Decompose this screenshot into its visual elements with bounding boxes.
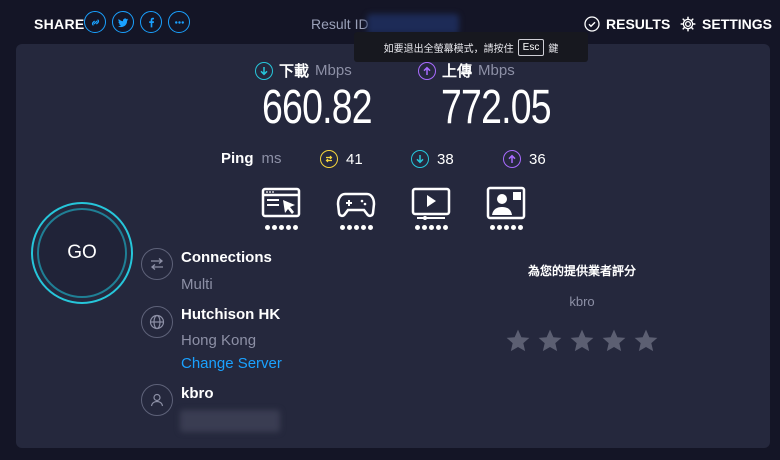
app-gaming[interactable] [336, 186, 376, 230]
app-video-streaming[interactable] [411, 186, 451, 230]
upload-heading: 上傳 Mbps [418, 60, 515, 81]
link-icon[interactable] [84, 11, 106, 33]
tooltip-text-end: 鍵 [548, 43, 559, 55]
rating-dots [261, 225, 301, 230]
rate-provider-title: 為您的提供業者評分 [527, 264, 636, 278]
results-link[interactable]: RESULTS [584, 16, 670, 32]
rating-dots [336, 225, 376, 230]
globe-icon [141, 306, 173, 338]
download-latency-icon [411, 150, 429, 168]
connections-title: Connections [181, 249, 272, 266]
change-server-link[interactable]: Change Server [181, 355, 282, 372]
settings-link[interactable]: SETTINGS [680, 16, 772, 32]
results-label: RESULTS [606, 16, 671, 32]
tooltip-text: 如要退出全螢幕模式，請按住 [383, 43, 514, 55]
upload-latency-icon [503, 150, 521, 168]
connections-icon[interactable] [141, 248, 173, 280]
download-label: 下載 [279, 63, 310, 80]
ping-idle[interactable]: 41 [320, 150, 363, 168]
download-speed-value: 660.82 [262, 81, 373, 134]
gear-icon [680, 16, 696, 32]
star-icon[interactable] [569, 328, 595, 354]
star-rating [505, 328, 659, 354]
ping-label: Ping [221, 150, 254, 167]
star-icon[interactable] [633, 328, 659, 354]
rate-provider-isp: kbro [569, 294, 595, 309]
connections-value: Multi [181, 276, 213, 293]
go-button[interactable]: GO [37, 208, 127, 298]
download-unit: Mbps [315, 62, 352, 79]
ip-address-redacted [180, 410, 280, 432]
upload-unit: Mbps [478, 62, 515, 79]
video-streaming-icon [411, 187, 451, 220]
result-id-value-redacted [367, 14, 459, 34]
ping-unit: ms [261, 150, 282, 167]
ping-download-value: 38 [437, 150, 454, 168]
app-video-chat[interactable] [486, 186, 526, 230]
gaming-icon [336, 192, 376, 218]
ping-idle-value: 41 [346, 150, 363, 168]
fullscreen-exit-tooltip: 如要退出全螢幕模式，請按住 Esc 鍵 [354, 32, 588, 62]
ping-upload-value: 36 [529, 150, 546, 168]
rating-dots [411, 225, 451, 230]
user-isp-name: kbro [181, 385, 214, 402]
server-isp: Hutchison HK [181, 306, 281, 323]
upload-label: 上傳 [442, 63, 473, 80]
upload-arrow-icon [418, 61, 436, 80]
star-icon[interactable] [601, 328, 627, 354]
ping-download[interactable]: 38 [411, 150, 454, 168]
web-browsing-icon [261, 187, 301, 218]
rating-dots [486, 225, 526, 230]
user-icon [141, 384, 173, 416]
share-label: SHARE [34, 16, 85, 32]
download-arrow-icon [255, 61, 273, 80]
download-heading: 下載 Mbps [255, 60, 352, 81]
app-web-browsing[interactable] [261, 186, 301, 230]
ping-row: Ping ms [221, 150, 282, 167]
star-icon[interactable] [537, 328, 563, 354]
idle-latency-icon [320, 150, 338, 168]
facebook-icon[interactable] [140, 11, 162, 33]
server-location: Hong Kong [181, 332, 257, 349]
settings-label: SETTINGS [702, 16, 773, 32]
result-id-label: Result ID [311, 16, 369, 32]
star-icon[interactable] [505, 328, 531, 354]
upload-speed-value: 772.05 [441, 81, 552, 134]
more-icon[interactable] [168, 11, 190, 33]
checkmark-circle-icon [584, 16, 600, 32]
ping-upload[interactable]: 36 [503, 150, 546, 168]
esc-key: Esc [517, 38, 545, 56]
twitter-icon[interactable] [112, 11, 134, 33]
video-chat-icon [486, 186, 526, 220]
